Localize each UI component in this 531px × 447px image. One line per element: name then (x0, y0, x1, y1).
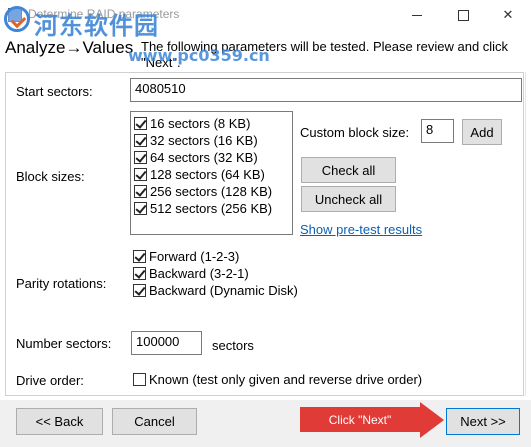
arrow-head-icon (420, 402, 444, 438)
minimize-button[interactable] (394, 0, 440, 30)
annotation-arrow: Click "Next" (300, 407, 420, 432)
checkbox-checked[interactable] (134, 134, 147, 147)
custom-block-size-label: Custom block size: (300, 125, 410, 140)
checkbox-checked[interactable] (134, 151, 147, 164)
uncheck-all-button[interactable]: Uncheck all (301, 186, 396, 212)
checkbox-checked[interactable] (133, 250, 146, 263)
checkbox-checked[interactable] (134, 168, 147, 181)
watermark-text: 河东软件园 (34, 12, 159, 40)
block-size-item[interactable]: 64 sectors (32 KB) (134, 149, 292, 166)
page-heading: Analyze→Values (5, 38, 134, 57)
checkbox-checked[interactable] (134, 117, 147, 130)
close-icon: ✕ (502, 7, 514, 22)
parity-rotation-item[interactable]: Backward (Dynamic Disk) (133, 282, 298, 299)
watermark-url: www.pc0359.cn (128, 46, 270, 65)
cancel-button[interactable]: Cancel (112, 408, 197, 435)
start-sectors-input[interactable]: 4080510 (130, 78, 522, 102)
parity-rotation-item[interactable]: Backward (3-2-1) (133, 265, 298, 282)
number-sectors-unit: sectors (212, 338, 254, 353)
check-all-button[interactable]: Check all (301, 157, 396, 183)
close-button[interactable]: ✕ (485, 0, 531, 30)
block-sizes-list: 16 sectors (8 KB) 32 sectors (16 KB) 64 … (130, 111, 293, 235)
parity-rotation-item[interactable]: Forward (1-2-3) (133, 248, 298, 265)
block-size-item[interactable]: 16 sectors (8 KB) (134, 115, 292, 132)
checkbox-checked[interactable] (133, 284, 146, 297)
show-pretest-results-link[interactable]: Show pre-test results (300, 222, 422, 237)
block-size-item[interactable]: 32 sectors (16 KB) (134, 132, 292, 149)
block-size-item[interactable]: 128 sectors (64 KB) (134, 166, 292, 183)
watermark-logo (4, 6, 30, 32)
maximize-button[interactable] (440, 0, 486, 30)
drive-order-known-option[interactable]: Known (test only given and reverse drive… (133, 371, 422, 388)
maximize-icon (457, 9, 469, 21)
block-size-item[interactable]: 256 sectors (128 KB) (134, 183, 292, 200)
start-sectors-label: Start sectors: (16, 84, 93, 99)
checkbox-unchecked[interactable] (133, 373, 146, 386)
minimize-icon (412, 14, 422, 16)
add-button[interactable]: Add (462, 119, 502, 145)
custom-block-size-input[interactable]: 8 (421, 119, 454, 143)
number-sectors-label: Number sectors: (16, 336, 112, 351)
number-sectors-input[interactable]: 100000 (131, 331, 202, 355)
back-button[interactable]: << Back (16, 408, 103, 435)
checkbox-checked[interactable] (134, 185, 147, 198)
annotation-text: Click "Next" (328, 412, 392, 427)
block-size-item[interactable]: 512 sectors (256 KB) (134, 200, 292, 217)
next-button[interactable]: Next >> (446, 408, 520, 435)
parity-rotations-label: Parity rotations: (16, 276, 107, 291)
block-sizes-label: Block sizes: (16, 169, 85, 184)
parity-rotations-group: Forward (1-2-3) Backward (3-2-1) Backwar… (133, 248, 298, 299)
scrollbar[interactable] (525, 72, 531, 396)
checkbox-checked[interactable] (133, 267, 146, 280)
checkbox-checked[interactable] (134, 202, 147, 215)
drive-order-label: Drive order: (16, 373, 84, 388)
